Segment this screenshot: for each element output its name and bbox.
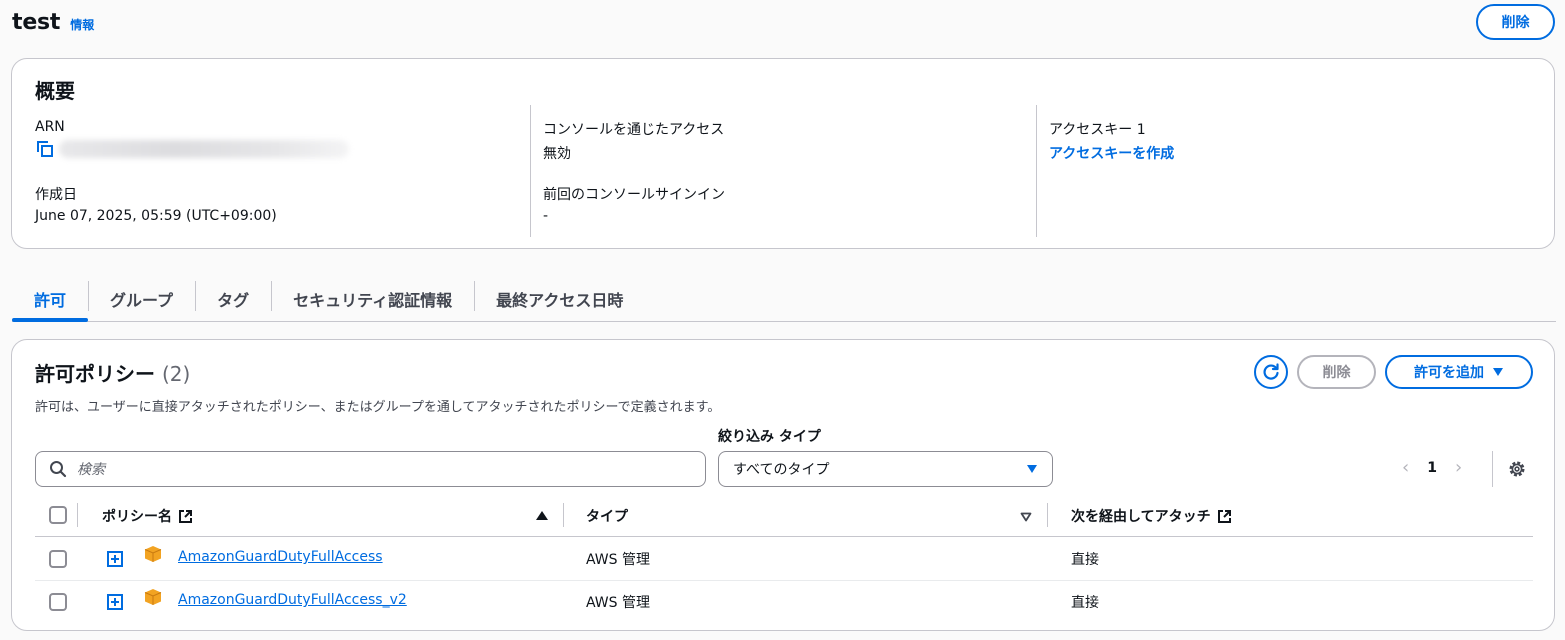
tab-last-accessed[interactable]: 最終アクセス日時 bbox=[474, 277, 645, 321]
tab-security-credentials[interactable]: セキュリティ認証情報 bbox=[271, 277, 474, 321]
last-signin-label: 前回のコンソールサインイン bbox=[543, 187, 725, 203]
tab-groups[interactable]: グループ bbox=[88, 277, 195, 321]
overview-title: 概要 bbox=[35, 79, 75, 103]
policy-name-link[interactable]: AmazonGuardDutyFullAccess bbox=[178, 549, 383, 565]
external-link-icon bbox=[179, 509, 192, 523]
add-permissions-button[interactable]: 許可を追加 bbox=[1385, 355, 1533, 389]
caret-down-icon bbox=[1493, 368, 1503, 376]
search-input[interactable]: 検索 bbox=[35, 451, 706, 487]
select-all-checkbox[interactable] bbox=[49, 506, 67, 524]
arn-field: ARN bbox=[35, 119, 349, 159]
permissions-policies-panel: 許可ポリシー (2) 許可は、ユーザーに直接アタッチされたポリシー、またはグルー… bbox=[11, 339, 1555, 631]
column-type-label: タイプ bbox=[586, 509, 628, 525]
sort-ascending-icon[interactable] bbox=[535, 509, 549, 525]
tab-bar: 許可 グループ タグ セキュリティ認証情報 最終アクセス日時 bbox=[12, 277, 1556, 322]
sort-icon[interactable] bbox=[1020, 510, 1032, 526]
console-access-label: コンソールを通じたアクセス bbox=[543, 122, 725, 138]
delete-user-button[interactable]: 削除 bbox=[1476, 4, 1555, 40]
chevron-right-icon[interactable]: › bbox=[1455, 457, 1462, 478]
type-filter-select[interactable]: すべてのタイプ bbox=[718, 451, 1053, 487]
refresh-icon bbox=[1263, 363, 1279, 380]
permissions-title-text: 許可ポリシー bbox=[35, 362, 155, 386]
row-checkbox[interactable] bbox=[49, 550, 67, 568]
overview-column-2: コンソールを通じたアクセス 無効 前回のコンソールサインイン - bbox=[530, 105, 1036, 237]
column-divider bbox=[77, 503, 78, 527]
access-key-label: アクセスキー 1 bbox=[1049, 122, 1146, 138]
policy-type: AWS 管理 bbox=[586, 552, 650, 568]
policy-name-link[interactable]: AmazonGuardDutyFullAccess_v2 bbox=[178, 592, 407, 608]
aws-managed-policy-icon bbox=[144, 588, 162, 610]
column-policy-name-label: ポリシー名 bbox=[102, 509, 172, 525]
table-row: AmazonGuardDutyFullAccess AWS 管理 直接 bbox=[35, 537, 1533, 581]
search-placeholder: 検索 bbox=[77, 462, 105, 478]
info-link[interactable]: 情報 bbox=[70, 16, 94, 33]
filter-type-label: 絞り込み タイプ bbox=[718, 429, 821, 445]
policy-attached-via: 直接 bbox=[1071, 552, 1099, 568]
page-number[interactable]: 1 bbox=[1427, 460, 1437, 476]
chevron-left-icon[interactable]: ‹ bbox=[1402, 457, 1409, 478]
page-title: test bbox=[12, 10, 61, 35]
type-filter-value: すべてのタイプ bbox=[733, 462, 830, 478]
column-divider bbox=[1047, 503, 1048, 527]
last-signin-field: 前回のコンソールサインイン - bbox=[543, 184, 725, 224]
created-value: June 07, 2025, 05:59 (UTC+09:00) bbox=[35, 208, 277, 224]
arn-label: ARN bbox=[35, 119, 65, 135]
arn-value-redacted bbox=[59, 140, 349, 158]
permissions-count: (2) bbox=[161, 362, 191, 386]
column-policy-name[interactable]: ポリシー名 bbox=[102, 506, 193, 526]
column-attached-via-label: 次を経由してアタッチ bbox=[1071, 509, 1211, 525]
expand-icon[interactable] bbox=[107, 551, 123, 567]
gear-icon[interactable] bbox=[1507, 459, 1527, 483]
search-icon bbox=[50, 461, 67, 478]
table-row: AmazonGuardDutyFullAccess_v2 AWS 管理 直接 bbox=[35, 581, 1533, 625]
last-signin-value: - bbox=[543, 208, 549, 224]
page-header: test 情報 bbox=[12, 10, 94, 35]
created-field: 作成日 June 07, 2025, 05:59 (UTC+09:00) bbox=[35, 184, 277, 224]
policy-attached-via: 直接 bbox=[1071, 595, 1099, 611]
permissions-title: 許可ポリシー (2) bbox=[35, 358, 190, 387]
console-access-value: 無効 bbox=[543, 146, 571, 162]
overview-column-1: ARN 作成日 June 07, 2025, 05:59 (UTC+09:00) bbox=[35, 105, 530, 237]
column-type[interactable]: タイプ bbox=[586, 506, 628, 526]
row-checkbox[interactable] bbox=[49, 593, 67, 611]
tab-permissions[interactable]: 許可 bbox=[12, 277, 89, 322]
console-access-field: コンソールを通じたアクセス 無効 bbox=[543, 119, 724, 163]
caret-down-icon bbox=[1027, 465, 1037, 473]
policy-type: AWS 管理 bbox=[586, 595, 650, 611]
external-link-icon bbox=[1217, 509, 1231, 523]
add-permissions-label: 許可を追加 bbox=[1414, 365, 1484, 381]
column-attached-via[interactable]: 次を経由してアタッチ bbox=[1071, 506, 1232, 526]
copy-icon[interactable] bbox=[35, 139, 55, 159]
created-label: 作成日 bbox=[35, 187, 77, 203]
remove-policy-button[interactable]: 削除 bbox=[1297, 355, 1376, 389]
overview-column-3: アクセスキー 1 アクセスキーを作成 bbox=[1036, 105, 1536, 237]
aws-managed-policy-icon bbox=[144, 545, 162, 567]
overview-panel: 概要 ARN 作成日 June 07, 2025, 05:59 (UTC+09:… bbox=[11, 58, 1555, 249]
permissions-description: 許可は、ユーザーに直接アタッチされたポリシー、またはグループを通してアタッチされ… bbox=[35, 400, 721, 415]
policy-table-header: ポリシー名 タイプ 次を経由してアタッチ bbox=[35, 495, 1533, 537]
pagination-divider bbox=[1492, 451, 1493, 487]
access-key-field: アクセスキー 1 アクセスキーを作成 bbox=[1049, 119, 1174, 163]
pagination: ‹ 1 › bbox=[1402, 457, 1462, 478]
create-access-key-link[interactable]: アクセスキーを作成 bbox=[1049, 143, 1174, 163]
expand-icon[interactable] bbox=[107, 594, 123, 610]
tab-tags[interactable]: タグ bbox=[195, 277, 271, 321]
refresh-button[interactable] bbox=[1254, 355, 1288, 389]
column-divider bbox=[563, 503, 564, 527]
